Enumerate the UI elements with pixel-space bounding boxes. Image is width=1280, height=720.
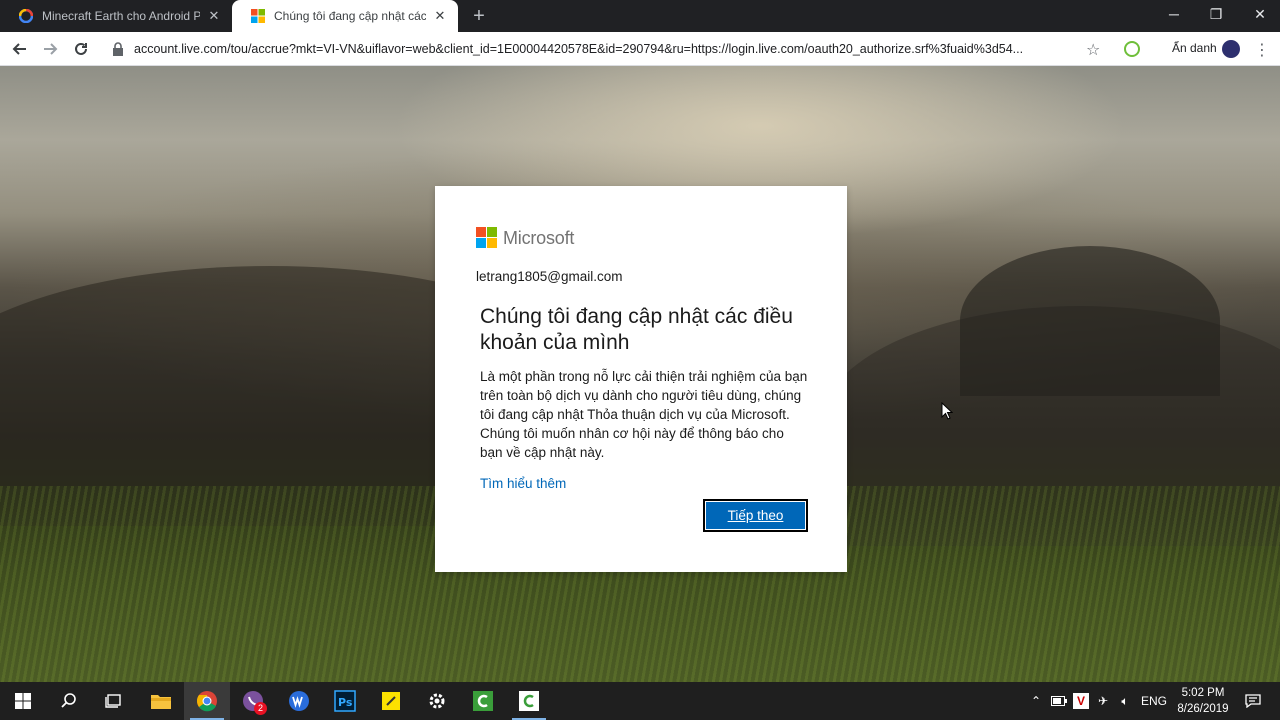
- windows-taskbar: 2 Ps ⌃ V ✈ 🔈︎ ENG 5:02 PM 8/26/2019: [0, 682, 1280, 720]
- search-icon[interactable]: [46, 682, 92, 720]
- restore-icon[interactable]: ❐: [1194, 0, 1238, 28]
- incognito-label[interactable]: Ẩn danh: [1172, 41, 1217, 55]
- file-explorer-icon[interactable]: [138, 682, 184, 720]
- show-hidden-icons-icon[interactable]: ⌃: [1026, 682, 1046, 720]
- background-hill: [960, 246, 1220, 396]
- dialog-body-text: Là một phần trong nỗ lực cải thiện trải …: [480, 369, 808, 460]
- task-view-icon[interactable]: [91, 682, 137, 720]
- terms-update-dialog: Microsoft letrang1805@gmail.com Chúng tô…: [435, 186, 847, 572]
- microsoft-logo-icon: [476, 227, 497, 248]
- minimize-icon[interactable]: ─: [1152, 0, 1196, 28]
- close-window-icon[interactable]: ✕: [1238, 0, 1280, 28]
- url-text: account.live.com/tou/accrue?mkt=VI-VN&ui…: [134, 42, 1024, 56]
- volume-icon[interactable]: 🔈︎: [1114, 682, 1136, 720]
- chrome-icon[interactable]: [184, 682, 230, 720]
- reload-icon[interactable]: [69, 37, 93, 61]
- browser-toolbar: account.live.com/tou/accrue?mkt=VI-VN&ui…: [0, 32, 1280, 66]
- airplane-mode-icon[interactable]: ✈: [1092, 682, 1114, 720]
- tab-close-icon[interactable]: ✕: [206, 8, 222, 24]
- camtasia-icon[interactable]: [460, 682, 506, 720]
- back-icon[interactable]: [8, 37, 32, 61]
- microsoft-favicon-icon: [250, 8, 266, 24]
- tab-microsoft-terms[interactable]: Chúng tôi đang cập nhật các điề ✕: [232, 0, 458, 32]
- new-tab-icon[interactable]: +: [468, 5, 490, 27]
- battery-icon[interactable]: [1048, 682, 1070, 720]
- forward-icon[interactable]: [38, 37, 62, 61]
- google-favicon-icon: [18, 8, 34, 24]
- language-indicator[interactable]: ENG: [1138, 682, 1170, 720]
- photoshop-icon[interactable]: Ps: [322, 682, 368, 720]
- microsoft-wordmark: Microsoft: [503, 228, 575, 248]
- svg-text:Ps: Ps: [338, 696, 353, 709]
- address-bar[interactable]: account.live.com/tou/accrue?mkt=VI-VN&ui…: [104, 36, 1114, 62]
- tab-minecraft-earth[interactable]: Minecraft Earth cho Android Pre ✕: [0, 0, 232, 32]
- tab-title: Minecraft Earth cho Android Pre: [42, 9, 200, 23]
- learn-more-link[interactable]: Tìm hiểu thêm: [480, 476, 566, 491]
- tab-title: Chúng tôi đang cập nhật các điề: [274, 9, 426, 23]
- system-clock[interactable]: 5:02 PM 8/26/2019: [1172, 685, 1234, 717]
- sticky-notes-icon[interactable]: [368, 682, 414, 720]
- incognito-icon[interactable]: [1222, 40, 1240, 58]
- tab-close-icon[interactable]: ✕: [432, 8, 448, 24]
- more-menu-icon[interactable]: ⋮: [1254, 40, 1270, 60]
- extension-icon[interactable]: [1124, 41, 1140, 57]
- wps-office-icon[interactable]: [276, 682, 322, 720]
- clock-time: 5:02 PM: [1181, 687, 1225, 699]
- viber-icon[interactable]: 2: [230, 682, 276, 720]
- next-button[interactable]: Tiếp theo: [703, 499, 808, 532]
- bookmark-star-icon[interactable]: ☆: [1086, 40, 1100, 60]
- dialog-heading: Chúng tôi đang cập nhật các điều khoản c…: [480, 305, 793, 354]
- settings-gear-icon[interactable]: [414, 682, 460, 720]
- vietkey-icon[interactable]: V: [1070, 682, 1092, 720]
- clock-date: 8/26/2019: [1177, 703, 1229, 715]
- notifications-icon[interactable]: [1238, 682, 1268, 720]
- windows-start-icon[interactable]: [0, 682, 46, 720]
- account-email: letrang1805@gmail.com: [476, 269, 623, 284]
- viber-badge: 2: [254, 702, 267, 715]
- tab-strip: Minecraft Earth cho Android Pre ✕ Chúng …: [0, 0, 1280, 32]
- camtasia-recorder-icon[interactable]: [506, 682, 552, 720]
- lock-icon: [112, 42, 126, 56]
- mouse-cursor-icon: [941, 402, 953, 420]
